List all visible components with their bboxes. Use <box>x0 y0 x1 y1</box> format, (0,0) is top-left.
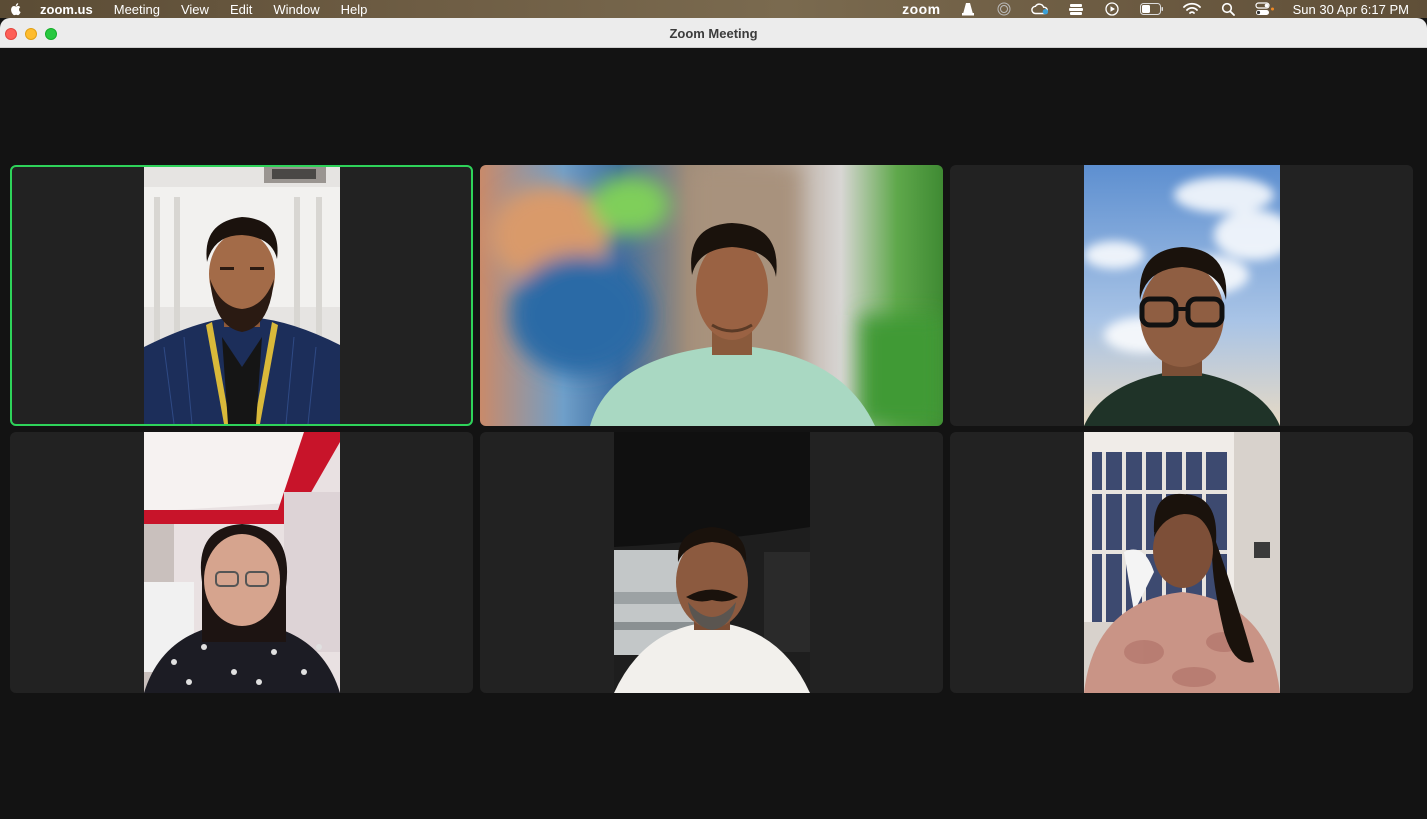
menu-help[interactable]: Help <box>341 3 368 16</box>
participant-video-3 <box>1084 165 1280 426</box>
vlc-icon[interactable] <box>959 2 977 16</box>
stage-manager-icon[interactable] <box>1067 2 1085 16</box>
wifi-icon[interactable] <box>1182 2 1201 16</box>
window-title-bar: Zoom Meeting <box>0 18 1427 48</box>
creative-cloud-icon[interactable] <box>1030 2 1049 16</box>
menu-window[interactable]: Window <box>273 3 319 16</box>
participant-video-4 <box>144 432 340 693</box>
participant-video-1 <box>144 167 340 424</box>
activity-icon[interactable] <box>995 2 1013 16</box>
control-center-icon[interactable] <box>1255 2 1275 16</box>
participant-tile-3[interactable] <box>950 165 1413 426</box>
window-title: Zoom Meeting <box>669 26 758 41</box>
participant-tile-2[interactable] <box>480 165 943 426</box>
menu-meeting[interactable]: Meeting <box>114 3 160 16</box>
battery-icon[interactable] <box>1139 2 1165 16</box>
spotlight-icon[interactable] <box>1219 2 1237 16</box>
participant-tile-4[interactable] <box>10 432 473 693</box>
participant-tile-1[interactable] <box>10 165 473 426</box>
participant-tile-6[interactable] <box>950 432 1413 693</box>
menu-view[interactable]: View <box>181 3 209 16</box>
play-icon[interactable] <box>1103 2 1121 16</box>
menu-bar: zoom.us Meeting View Edit Window Help zo… <box>0 0 1427 18</box>
menubar-clock[interactable]: Sun 30 Apr 6:17 PM <box>1293 2 1409 17</box>
participant-video-6 <box>1084 432 1280 693</box>
participant-video-5 <box>614 432 810 693</box>
participant-video-2 <box>480 165 943 426</box>
gallery-view <box>0 48 1427 819</box>
participant-tile-5[interactable] <box>480 432 943 693</box>
apple-icon[interactable] <box>8 2 22 16</box>
app-menu-zoom[interactable]: zoom.us <box>40 3 93 16</box>
zoom-status-icon[interactable]: zoom <box>902 1 941 17</box>
menu-edit[interactable]: Edit <box>230 3 252 16</box>
